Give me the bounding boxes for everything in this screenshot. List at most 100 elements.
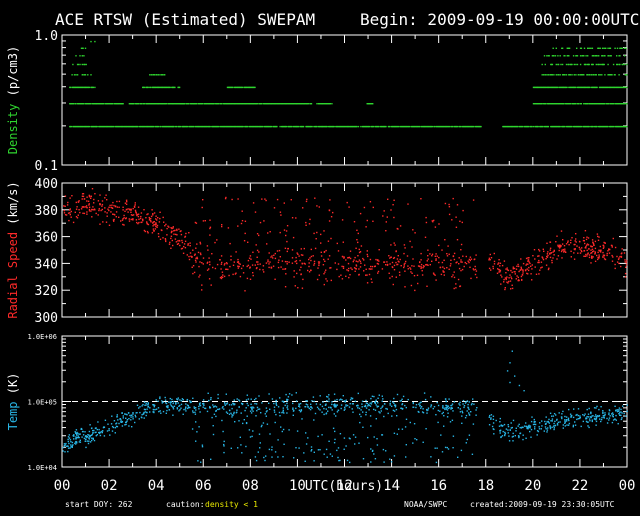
data-point [155, 215, 157, 217]
data-point [603, 256, 605, 258]
data-point [253, 399, 256, 401]
data-point [237, 267, 239, 269]
data-point [443, 274, 445, 276]
data-point [527, 260, 529, 262]
data-point [349, 461, 351, 464]
data-point [86, 213, 88, 215]
data-point [528, 426, 531, 428]
data-point [467, 403, 469, 406]
data-point [71, 74, 73, 76]
data-point [257, 451, 259, 453]
data-point [504, 433, 506, 436]
data-point [69, 86, 72, 89]
data-point [338, 459, 340, 462]
data-point [594, 251, 596, 253]
data-point [199, 404, 201, 406]
data-point [594, 260, 597, 262]
data-point [522, 262, 525, 265]
data-point [385, 450, 387, 452]
data-point [420, 266, 423, 268]
data-point [62, 450, 64, 452]
data-point [425, 264, 427, 266]
data-point [201, 103, 204, 105]
data-point [302, 254, 304, 256]
data-point [165, 412, 167, 414]
data-point [89, 436, 91, 438]
data-point [515, 427, 517, 429]
data-point [620, 411, 622, 413]
data-point [97, 214, 99, 216]
data-point [581, 250, 583, 253]
data-point [426, 412, 428, 414]
data-point [173, 125, 175, 128]
data-point [435, 253, 437, 255]
data-point [331, 455, 333, 457]
data-point [618, 410, 620, 412]
data-point [614, 263, 616, 266]
data-point [547, 254, 549, 257]
data-point [623, 47, 626, 49]
data-point [395, 261, 397, 264]
data-point [581, 247, 583, 249]
data-point [286, 399, 288, 401]
data-point [429, 264, 431, 266]
data-point [357, 232, 359, 235]
data-point [546, 74, 548, 76]
data-point [544, 426, 547, 428]
data-point [287, 396, 290, 398]
data-point [595, 416, 598, 418]
data-point [500, 424, 502, 427]
data-point [564, 420, 566, 422]
data-point [255, 403, 258, 405]
data-point [536, 434, 538, 436]
y-tick-label: 0.1 [35, 159, 58, 174]
data-point [564, 425, 566, 427]
data-point [316, 125, 318, 128]
data-point [125, 413, 127, 415]
data-point [179, 125, 182, 128]
data-point [374, 265, 376, 267]
data-point [323, 273, 325, 275]
data-point [608, 248, 610, 250]
data-point [385, 125, 387, 128]
data-point [370, 425, 372, 427]
data-point [582, 414, 584, 416]
data-point [336, 398, 338, 401]
data-point [116, 414, 118, 416]
data-point [324, 271, 326, 273]
data-point [587, 416, 590, 418]
data-point [451, 403, 454, 405]
data-point [196, 243, 198, 245]
data-point [460, 249, 462, 251]
data-point [596, 405, 598, 408]
data-point [153, 125, 155, 128]
data-point [98, 209, 100, 212]
data-point [359, 212, 362, 215]
data-point [256, 410, 258, 412]
data-point [459, 401, 461, 404]
data-point [589, 420, 591, 422]
data-point [313, 232, 315, 235]
data-point [464, 261, 466, 264]
data-point [571, 237, 573, 239]
data-point [314, 247, 317, 250]
data-point [223, 408, 225, 410]
data-point [139, 217, 142, 220]
data-point [112, 103, 114, 105]
data-point [81, 63, 83, 66]
data-point [489, 414, 491, 417]
data-point [354, 256, 356, 259]
data-point [377, 402, 379, 404]
data-point [195, 261, 197, 263]
data-point [604, 103, 606, 105]
data-point [147, 86, 149, 89]
data-point [82, 193, 85, 195]
data-point [101, 431, 103, 434]
data-point [105, 221, 108, 223]
data-point [620, 418, 623, 421]
data-point [308, 262, 310, 264]
data-point [173, 230, 175, 232]
data-point [98, 208, 100, 210]
data-point [545, 264, 548, 266]
data-point [320, 251, 322, 253]
